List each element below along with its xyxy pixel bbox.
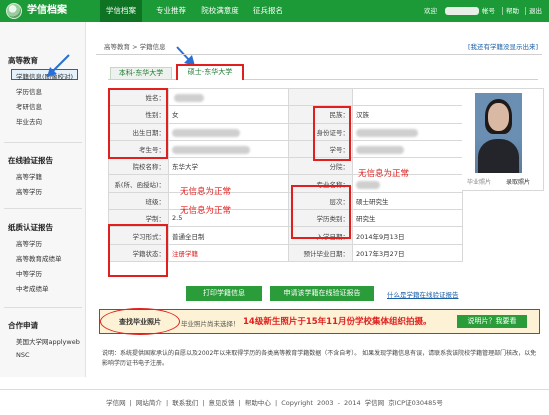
- footer-link-chsi[interactable]: 学信网: [106, 399, 126, 407]
- missing-enrollment-link[interactable]: [我还有学籍没显示出来]: [468, 41, 538, 51]
- value-school: 东华大学: [168, 157, 289, 176]
- label-dept: 系(所、函授站)：: [108, 174, 169, 193]
- sidebar-item-paper-transcript[interactable]: 高等教育成绩单: [16, 253, 62, 263]
- what-is-report-link[interactable]: 什么是学籍在线验证报告: [387, 289, 459, 299]
- sidebar-section-cooperation: 合作申请: [8, 321, 38, 330]
- site-title: 学信档案: [27, 5, 67, 16]
- sidebar-item-paper-degree[interactable]: 高等学历: [16, 238, 42, 248]
- photo-schedule-note: 14级新生照片于15年11月份学校集体组织拍摄。: [243, 317, 432, 327]
- logout-link[interactable]: 退出: [529, 5, 542, 17]
- value-status: 注册学籍: [168, 243, 289, 262]
- apply-online-report-button[interactable]: 申请该学籍在线验证报告: [270, 286, 374, 301]
- view-photo-button[interactable]: 说明片？我要看: [457, 315, 527, 328]
- nav-item-school-satisfaction[interactable]: 院校满意度: [198, 0, 242, 22]
- sidebar-item-applyweb[interactable]: 美国大学网applyweb: [16, 336, 80, 346]
- sidebar-item-secondary-degree[interactable]: 中等学历: [16, 268, 42, 278]
- value-grad-date: 2017年3月27日: [352, 243, 463, 262]
- sidebar-item-degree-info[interactable]: 学历信息: [16, 86, 42, 96]
- username-redacted: [445, 7, 479, 15]
- annotation-note-dept: 无信息为正常: [180, 187, 232, 197]
- sidebar-item-grad-exam-info[interactable]: 考研信息: [16, 101, 42, 111]
- divider: [502, 7, 503, 15]
- graduation-photo-label[interactable]: 毕业照片: [467, 177, 491, 186]
- sidebar-section-higher-edu: 高等教育: [8, 56, 38, 65]
- value-form: 普通全日制: [168, 226, 289, 245]
- nav-item-major-recommend[interactable]: 专业推荐: [151, 0, 191, 22]
- divider: [4, 142, 82, 143]
- redacted-name: [174, 94, 204, 102]
- value-ethnic: 汉族: [352, 105, 463, 124]
- table-row: 系(所、函授站)： 专业名称：: [108, 174, 463, 193]
- redacted-exam-no: [172, 146, 250, 154]
- redacted-major: [356, 181, 380, 189]
- footer-links: 学信网 | 网站简介 | 联系我们 | 意见反馈 | 帮助中心 | Copyri…: [106, 399, 443, 407]
- annotation-note-student-no: 无信息为正常: [358, 169, 410, 179]
- sidebar-item-graduate-destination[interactable]: 毕业去向: [16, 116, 42, 126]
- annotation-box: [313, 106, 351, 161]
- divider: [4, 307, 82, 308]
- print-enrollment-button[interactable]: 打印学籍信息: [186, 286, 262, 301]
- table-row: 院校名称： 东华大学 分院：: [108, 157, 463, 176]
- table-row: 班级： 层次： 硕士研究生: [108, 191, 463, 211]
- value-enroll-date: 2014年9月13日: [352, 226, 463, 245]
- redacted-birth: [172, 129, 240, 137]
- value-level: 硕士研究生: [352, 191, 463, 211]
- value-category: 研究生: [352, 209, 463, 228]
- breadcrumb: 高等教育 > 学籍信息: [104, 43, 166, 51]
- student-photo: [475, 93, 522, 173]
- annotation-box: [108, 88, 168, 159]
- tab-bachelor[interactable]: 本科-东华大学: [110, 67, 172, 80]
- help-link[interactable]: 帮助: [506, 5, 519, 17]
- divider: [96, 54, 542, 55]
- find-graduation-photo-label[interactable]: 查找毕业照片: [100, 317, 180, 327]
- sidebar-item-online-degree[interactable]: 高等学历: [16, 186, 42, 196]
- footer-link-contact[interactable]: 联系我们: [172, 399, 198, 407]
- admission-photo-label[interactable]: 录取照片: [506, 177, 530, 186]
- tab-master[interactable]: 硕士-东华大学: [176, 64, 244, 80]
- account-link[interactable]: 帐号: [482, 5, 495, 17]
- sidebar-item-zhongkao-transcript[interactable]: 中考成绩单: [16, 283, 49, 293]
- annotation-box: [108, 224, 168, 277]
- footer-link-help[interactable]: 帮助中心: [245, 399, 271, 407]
- sidebar-section-paper-report: 纸质认证报告: [8, 223, 53, 232]
- value-empty: [352, 87, 463, 107]
- sidebar-section-online-report: 在线验证报告: [8, 156, 53, 165]
- redacted-student-no: [356, 146, 404, 154]
- welcome-text: 欢迎: [424, 7, 437, 15]
- sidebar-item-nsc[interactable]: NSC: [16, 351, 30, 359]
- annotation-note-class: 无信息为正常: [180, 206, 232, 216]
- divider: [4, 208, 82, 209]
- footer-link-feedback[interactable]: 意见反馈: [209, 399, 235, 407]
- nav-item-archive[interactable]: 学信档案: [100, 0, 142, 22]
- footer-copyright: Copyright 2003 - 2014 学信网 京ICP证030485号: [281, 399, 443, 407]
- photo-not-selected-text: 毕业照片尚未选择！: [181, 320, 240, 328]
- divider: [525, 7, 526, 15]
- annotation-box: [291, 185, 351, 239]
- sidebar-item-online-enrollment[interactable]: 高等学籍: [16, 171, 42, 181]
- annotation-arrow: [47, 54, 70, 77]
- redacted-id-card: [356, 129, 418, 137]
- site-logo: [6, 3, 22, 19]
- label-grad-date: 预计毕业日期：: [288, 243, 353, 262]
- label-school: 院校名称：: [108, 157, 169, 176]
- tab-baseline: [108, 79, 538, 80]
- description-text: 说明：系统提供国家承认的自愿以及2002年以来取得学历的各类高等教育学籍数据（不…: [102, 350, 537, 367]
- value-gender: 女: [168, 105, 289, 124]
- label-empty: [288, 87, 353, 107]
- footer-link-about[interactable]: 网站简介: [136, 399, 162, 407]
- nav-item-military-signup[interactable]: 征兵报名: [249, 0, 287, 22]
- label-class: 班级：: [108, 191, 169, 211]
